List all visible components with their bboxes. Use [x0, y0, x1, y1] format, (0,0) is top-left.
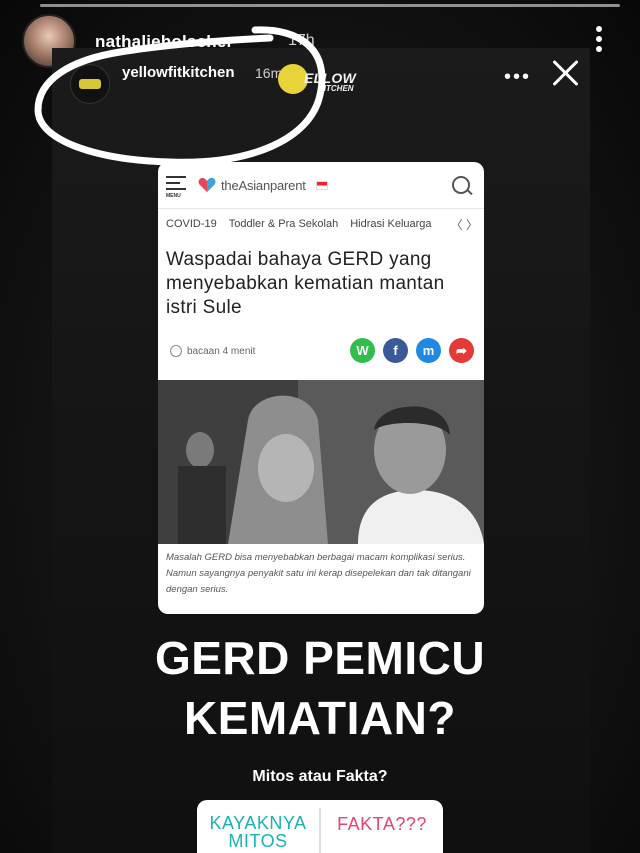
article-photo	[158, 380, 484, 544]
nav-item-hidrasi[interactable]: Hidrasi Keluarga	[350, 218, 431, 230]
more-options-icon[interactable]	[596, 26, 604, 56]
story-title-line1: GERD PEMICU	[154, 632, 486, 684]
hamburger-menu-icon[interactable]	[166, 176, 186, 194]
menu-label: MENU	[166, 193, 181, 199]
brand-name: theAsianparent	[221, 178, 306, 193]
inner-more-icon[interactable]: •••	[504, 67, 531, 87]
photo-caption: Masalah GERD bisa menyebabkan berbagai m…	[166, 552, 471, 595]
read-time-label: bacaan 4 menit	[187, 345, 256, 357]
poll-option-fakta[interactable]: FAKTA???	[321, 800, 443, 853]
poll-sticker: KAYAKNYA MITOS FAKTA???	[197, 800, 443, 853]
story-subtitle: Mitos atau Fakta?	[252, 768, 388, 785]
facebook-icon[interactable]: f	[383, 338, 408, 363]
messenger-icon[interactable]: m	[416, 338, 441, 363]
indonesia-flag-icon	[316, 181, 328, 190]
clock-icon	[170, 345, 182, 357]
share-buttons: W f m ➦	[350, 338, 474, 363]
story-title-line2: KEMATIAN?	[184, 692, 456, 744]
sticker-subtext: KITCHEN	[318, 84, 354, 93]
story-title: GERD PEMICU KEMATIAN?	[0, 628, 640, 748]
close-icon[interactable]	[550, 58, 580, 88]
poll-option-mitos[interactable]: KAYAKNYA MITOS	[197, 800, 319, 853]
brand-sticker: ELLOW KITCHEN	[278, 62, 366, 100]
category-nav: COVID-19 Toddler & Pra Sekolah Hidrasi K…	[158, 209, 484, 239]
search-icon[interactable]	[452, 176, 470, 194]
couple-photo-illustration	[158, 380, 484, 544]
read-time: bacaan 4 menit	[170, 345, 255, 357]
whatsapp-icon[interactable]: W	[350, 338, 375, 363]
article-screenshot: MENU theAsianparent COVID-19 Toddler & P…	[158, 162, 484, 614]
inner-avatar[interactable]	[70, 64, 110, 104]
inner-username[interactable]: yellowfitkitchen	[122, 64, 235, 81]
article-header: MENU theAsianparent	[158, 162, 484, 209]
nav-item-covid[interactable]: COVID-19	[166, 218, 217, 230]
nav-item-toddler[interactable]: Toddler & Pra Sekolah	[229, 218, 338, 230]
share-icon[interactable]: ➦	[449, 338, 474, 363]
heart-logo-icon	[198, 177, 216, 192]
nav-scroll-icon[interactable]: 〈 〉	[451, 216, 478, 233]
article-headline: Waspadai bahaya GERD yang menyebabkan ke…	[166, 249, 445, 318]
